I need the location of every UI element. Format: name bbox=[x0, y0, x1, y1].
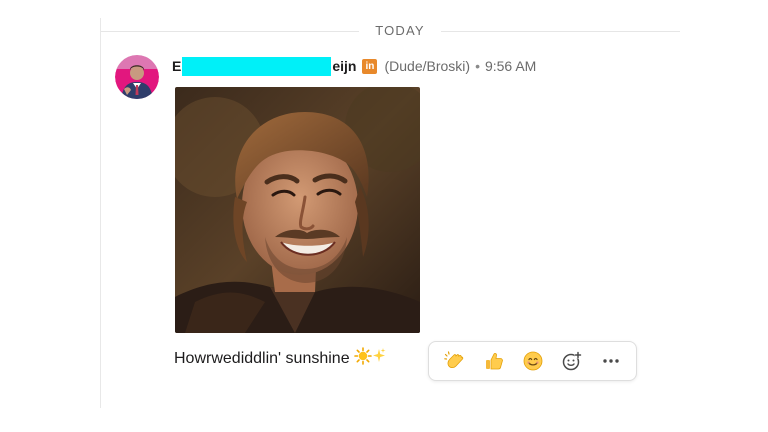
chat-window: TODAY E eijn in (Dude/Broski) • 9:56 AM bbox=[0, 0, 768, 432]
divider-line-right bbox=[441, 31, 680, 32]
divider-line-left bbox=[101, 31, 359, 32]
message-text: Howrwediddlin' sunshine bbox=[174, 349, 350, 367]
author-name-start: E bbox=[172, 58, 182, 74]
pronouns: (Dude/Broski) bbox=[384, 58, 471, 74]
timestamp[interactable]: 9:56 AM bbox=[485, 58, 536, 74]
shared-image[interactable] bbox=[175, 87, 420, 333]
sparkles-icon bbox=[372, 347, 386, 370]
header-separator: • bbox=[475, 58, 480, 74]
author-name[interactable]: E eijn bbox=[172, 56, 357, 76]
avatar-image bbox=[115, 55, 159, 99]
message-header: E eijn in (Dude/Broski) • 9:56 AM bbox=[172, 55, 536, 77]
smile-icon[interactable] bbox=[517, 345, 549, 377]
message-body: Howrwediddlin' sunshine bbox=[174, 347, 386, 370]
thread-border bbox=[100, 18, 101, 408]
day-divider: TODAY bbox=[101, 22, 680, 42]
redaction-box bbox=[182, 56, 332, 76]
thumbs-up-icon[interactable] bbox=[478, 345, 510, 377]
day-divider-label: TODAY bbox=[375, 23, 425, 38]
avatar[interactable] bbox=[115, 55, 159, 99]
clap-icon[interactable] bbox=[439, 345, 471, 377]
portrait-illustration bbox=[175, 87, 420, 333]
message-actions-toolbar bbox=[428, 341, 637, 381]
add-reaction-icon[interactable] bbox=[556, 345, 588, 377]
author-name-end: eijn bbox=[332, 58, 357, 74]
more-icon[interactable] bbox=[595, 345, 627, 377]
linkedin-icon[interactable]: in bbox=[362, 58, 378, 74]
sun-icon bbox=[353, 347, 372, 370]
